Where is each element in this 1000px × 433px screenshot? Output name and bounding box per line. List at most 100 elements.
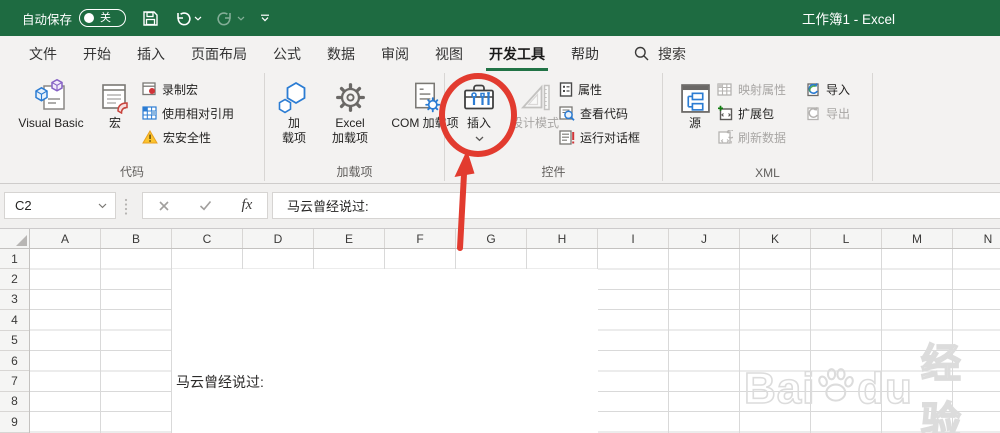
design-mode-label: 设计模式	[510, 116, 559, 130]
properties-button[interactable]: 属性	[559, 79, 602, 99]
group-label-addins: 加载项	[336, 165, 373, 179]
ribbon-group-code: Visual Basic 宏 录制宏 使用相对引用 宏安全性 代码	[0, 73, 265, 181]
column-header[interactable]: C	[172, 229, 243, 248]
undo-button[interactable]	[174, 11, 202, 26]
ribbon-tab[interactable]: 开发工具	[476, 36, 558, 71]
autosave-label: 自动保存	[22, 12, 73, 27]
ribbon-tab-bar: 文件 开始 插入 页面布局 公式 数据 审阅 视图 开发工具 帮助 搜索	[0, 36, 1000, 71]
source-button[interactable]: 源	[675, 76, 715, 131]
addins-label-2: 载项	[281, 131, 306, 145]
search-label: 搜索	[658, 45, 686, 62]
refresh-data-button[interactable]: 刷新数据	[717, 127, 786, 147]
view-code-icon	[559, 105, 575, 121]
group-label-xml: XML	[755, 166, 780, 180]
chevron-down-icon[interactable]	[98, 203, 107, 209]
name-box[interactable]: C2	[4, 192, 116, 219]
column-header[interactable]: I	[598, 229, 669, 248]
excel-addins-button[interactable]: Excel 加载项	[319, 76, 381, 146]
row-headers: 123456789	[0, 249, 30, 433]
ribbon-tab[interactable]: 公式	[260, 36, 314, 71]
ribbon-tab[interactable]: 视图	[422, 36, 476, 71]
ribbon-group-controls: 插入 设计模式 属性 查看代码 运行对话框 控件	[445, 73, 663, 181]
enter-icon[interactable]	[199, 200, 212, 211]
column-header[interactable]: G	[456, 229, 527, 248]
formula-input[interactable]: 马云曾经说过:	[272, 192, 1000, 219]
addins-icon	[269, 76, 319, 116]
relative-references-button[interactable]: 使用相对引用	[142, 103, 234, 123]
cancel-icon[interactable]	[158, 200, 170, 212]
insert-control-button[interactable]: 插入	[455, 76, 503, 146]
addins-button[interactable]: 加 载项	[269, 76, 319, 146]
visual-basic-label: Visual Basic	[18, 116, 84, 130]
group-label-controls: 控件	[541, 165, 566, 179]
ribbon-tab[interactable]: 审阅	[368, 36, 422, 71]
expansion-packs-button[interactable]: 扩展包	[717, 103, 774, 123]
undo-icon	[177, 11, 191, 25]
import-label: 导入	[826, 82, 851, 97]
row-header[interactable]: 7	[0, 371, 29, 392]
ribbon-tab[interactable]: 帮助	[558, 36, 612, 71]
row-header[interactable]: 8	[0, 392, 29, 413]
workbook-title: 工作簿1 - Excel	[802, 12, 896, 27]
warning-icon	[142, 130, 158, 144]
column-header[interactable]: D	[243, 229, 314, 248]
column-header[interactable]: A	[30, 229, 101, 248]
expansion-packs-label: 扩展包	[738, 106, 775, 121]
select-all-corner[interactable]	[0, 229, 30, 249]
visual-basic-icon	[10, 76, 92, 116]
column-header[interactable]: H	[527, 229, 598, 248]
column-header[interactable]: F	[385, 229, 456, 248]
column-header[interactable]: L	[811, 229, 882, 248]
column-header[interactable]: J	[669, 229, 740, 248]
ribbon-tab[interactable]: 插入	[124, 36, 178, 71]
drag-handle-icon[interactable]	[124, 198, 128, 216]
ribbon-tab[interactable]: 文件	[16, 36, 70, 71]
autosave-toggle-knob	[84, 13, 95, 23]
customize-qat-icon[interactable]	[260, 14, 270, 22]
search-box[interactable]: 搜索	[634, 36, 686, 71]
excel-addins-label-1: Excel	[335, 116, 365, 130]
row-header[interactable]: 6	[0, 351, 29, 372]
column-header[interactable]: E	[314, 229, 385, 248]
autosave-control[interactable]: 自动保存 关	[22, 9, 127, 28]
formula-value: 马云曾经说过:	[287, 199, 369, 214]
search-icon	[634, 46, 649, 61]
redo-button[interactable]	[217, 11, 245, 26]
row-header[interactable]: 5	[0, 331, 29, 351]
insert-function-icon[interactable]: fx	[241, 197, 252, 214]
export-button[interactable]: 导出	[805, 103, 850, 123]
ribbon: Visual Basic 宏 录制宏 使用相对引用 宏安全性 代码 加 载项 E…	[0, 71, 1000, 184]
column-header[interactable]: N	[953, 229, 1000, 248]
insert-control-label: 插入	[466, 116, 491, 130]
row-header[interactable]: 2	[0, 269, 29, 290]
record-macro-button[interactable]: 录制宏	[142, 79, 198, 99]
row-header[interactable]: 9	[0, 412, 29, 433]
expansion-packs-icon	[718, 105, 733, 121]
map-properties-button[interactable]: 映射属性	[717, 79, 786, 99]
toolbox-icon	[455, 76, 503, 116]
run-dialog-button[interactable]: 运行对话框	[559, 127, 640, 147]
formula-buttons: fx	[142, 192, 268, 219]
autosave-toggle[interactable]: 关	[79, 9, 127, 27]
macro-security-button[interactable]: 宏安全性	[142, 127, 211, 147]
column-header[interactable]: K	[740, 229, 811, 248]
cell-text: 马云曾经说过:	[176, 374, 264, 391]
macros-button[interactable]: 宏	[94, 76, 136, 131]
save-icon[interactable]	[142, 10, 159, 27]
visual-basic-button[interactable]: Visual Basic	[10, 76, 92, 131]
column-header[interactable]: B	[101, 229, 172, 248]
ribbon-tab[interactable]: 开始	[70, 36, 124, 71]
row-header[interactable]: 1	[0, 249, 29, 270]
design-mode-button[interactable]: 设计模式	[505, 76, 565, 131]
refresh-data-label: 刷新数据	[738, 130, 787, 145]
row-header[interactable]: 3	[0, 290, 29, 311]
properties-label: 属性	[578, 82, 603, 97]
ribbon-group-xml: 源 映射属性 扩展包 刷新数据 导入 导出 XML	[663, 73, 873, 181]
ribbon-tab[interactable]: 页面布局	[178, 36, 260, 71]
import-button[interactable]: 导入	[805, 79, 850, 99]
view-code-button[interactable]: 查看代码	[559, 103, 628, 123]
column-header[interactable]: M	[882, 229, 953, 248]
import-icon	[807, 82, 819, 96]
row-header[interactable]: 4	[0, 310, 29, 331]
ribbon-tab[interactable]: 数据	[314, 36, 368, 71]
